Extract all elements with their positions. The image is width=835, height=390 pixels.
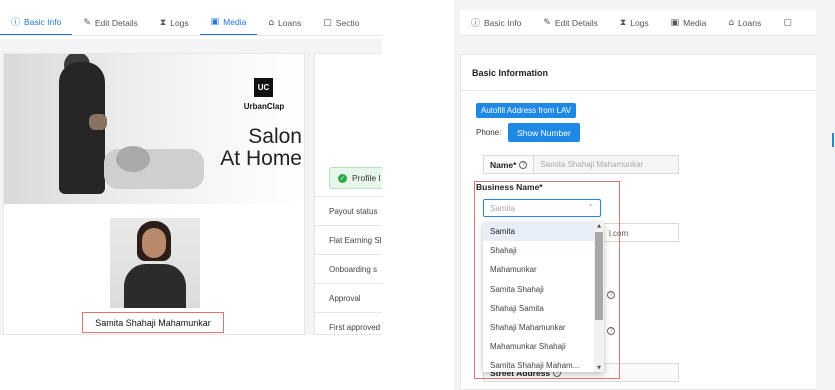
basic-information-card: Basic Information Autofill Address from …	[460, 54, 816, 390]
profile-status-badge: ✓ Profile l	[329, 167, 382, 189]
business-name-label: Business Name*	[476, 182, 543, 192]
name-label-text: Name*	[490, 159, 517, 170]
tab-label: Loans	[278, 17, 302, 28]
dropdown-option[interactable]: Samita Shahaji	[483, 280, 594, 299]
card-title: Basic Information	[461, 55, 816, 91]
autofill-address-button[interactable]: Autofill Address from LAV	[476, 103, 577, 118]
name-field-value: Samita Shahaji Mahamunkar	[540, 160, 644, 169]
dropdown-option[interactable]: Mahamunkar Shahaji	[483, 337, 594, 356]
tab-edit-details[interactable]: ✎ Edit Details	[532, 10, 609, 35]
tab-media[interactable]: ▣ Media	[660, 10, 718, 35]
status-row-first-approved: First approved	[315, 312, 382, 334]
status-list: Payout status Flat Earning Sl Onboarding…	[315, 196, 382, 334]
brand-name: UrbanClap	[243, 102, 285, 111]
dropdown-option[interactable]: Shahaji Mahamunkar	[483, 318, 594, 337]
name-field-label: Name*?	[484, 156, 535, 173]
tab-label: Loans	[738, 17, 762, 28]
profile-status-label: Profile l	[352, 173, 381, 183]
edge-indicator	[832, 133, 834, 147]
cover-banner: UC UrbanClap Salon At Home	[4, 54, 304, 204]
tab-loans[interactable]: ⌂ Loans	[257, 10, 312, 35]
business-name-dropdown: Samita Shahaji Mahamunkar Samita Shahaji…	[483, 222, 604, 372]
tab-label: Media	[223, 16, 247, 27]
status-row-flat-earning: Flat Earning Sl	[315, 225, 382, 254]
avatar-shirt	[124, 264, 186, 308]
chevron-up-icon[interactable]: ⌃	[587, 203, 594, 212]
pencil-icon: ✎	[543, 17, 551, 28]
status-card: ✓ Profile l Payout status Flat Earning S…	[314, 53, 382, 335]
tab-label: Edit Details	[94, 17, 138, 28]
dropdown-options: Samita Shahaji Mahamunkar Samita Shahaji…	[483, 222, 594, 372]
image-icon: ▣	[670, 17, 680, 28]
dropdown-option[interactable]: Mahamunkar	[483, 260, 594, 279]
help-icon[interactable]: ?	[519, 160, 528, 169]
status-row-onboarding: Onboarding s	[315, 254, 382, 283]
bank-icon: ⌂	[728, 17, 735, 28]
tab-media[interactable]: ▣ Media	[199, 10, 258, 35]
status-row-approval: Approval	[315, 283, 382, 312]
scrollbar-thumb[interactable]	[595, 232, 603, 320]
profile-card: UC UrbanClap Salon At Home Samita Shahaj…	[3, 53, 305, 335]
tab-loans[interactable]: ⌂ Loans	[717, 10, 772, 35]
info-icon: ⓘ	[471, 19, 481, 29]
scroll-down-arrow-icon[interactable]: ▼	[594, 365, 604, 371]
dropdown-option[interactable]: Samita	[483, 222, 594, 242]
tab-label: Logs	[170, 17, 189, 28]
tab-label: Basic Info	[24, 16, 62, 27]
avatar	[110, 218, 200, 308]
tab-label: Sectio	[335, 17, 360, 28]
document-icon: ▢	[323, 17, 332, 28]
dropdown-option[interactable]: Shahaji	[483, 241, 594, 260]
status-row-payout: Payout status	[315, 196, 382, 225]
headline-line-1: Salon	[248, 125, 302, 148]
headline-line-2: At Home	[220, 147, 302, 170]
left-panel: ⓘ Basic Info ✎ Edit Details ⧗ Logs ▣ Media ⌂…	[0, 0, 382, 390]
business-name-select[interactable]: Samita ⌃	[483, 199, 601, 217]
dropdown-scrollbar[interactable]: ▲ ▼	[594, 222, 604, 372]
tab-label: Logs	[630, 17, 649, 28]
hourglass-icon: ⧗	[619, 17, 627, 28]
left-tab-bar: ⓘ Basic Info ✎ Edit Details ⧗ Logs ▣ Media ⌂…	[0, 10, 382, 36]
hourglass-icon: ⧗	[159, 17, 167, 28]
avatar-face	[142, 228, 166, 258]
business-name-input-text: Samita	[490, 203, 515, 213]
image-icon: ▣	[210, 16, 220, 27]
dropdown-option[interactable]: Samita Shahaji Maham...	[483, 356, 594, 372]
phone-label: Phone:	[476, 128, 502, 137]
tab-sections[interactable]: ▢ Sectio	[312, 10, 370, 35]
document-icon: ▢	[783, 17, 792, 28]
tab-basic-info[interactable]: ⓘ Basic Info	[460, 10, 532, 35]
pencil-icon: ✎	[83, 17, 91, 28]
tab-logs[interactable]: ⧗ Logs	[149, 10, 200, 35]
scroll-up-arrow-icon[interactable]: ▲	[594, 223, 604, 229]
urbanclap-logo: UC	[254, 78, 273, 97]
tab-label: Media	[683, 17, 707, 28]
client-figure	[116, 146, 150, 172]
tab-label: Basic Info	[484, 17, 522, 28]
dropdown-option[interactable]: Shahaji Samita	[483, 299, 594, 318]
info-icon: ⓘ	[11, 18, 21, 28]
name-field[interactable]: Name*? Samita Shahaji Mahamunkar	[483, 155, 679, 174]
bank-icon: ⌂	[268, 17, 275, 28]
tab-label: Edit Details	[554, 17, 598, 28]
right-tab-bar: ⓘ Basic Info ✎ Edit Details ⧗ Logs ▣ Media ⌂…	[460, 10, 816, 36]
check-circle-icon: ✓	[338, 173, 347, 183]
tab-sections[interactable]: ▢	[772, 10, 807, 35]
tab-logs[interactable]: ⧗ Logs	[609, 10, 660, 35]
stylist-hand	[89, 114, 107, 130]
show-number-button[interactable]: Show Number	[508, 123, 580, 142]
banner-headline: Salon At Home	[220, 126, 302, 170]
partner-name: Samita Shahaji Mahamunkar	[82, 312, 224, 333]
tab-edit-details[interactable]: ✎ Edit Details	[72, 10, 149, 35]
right-panel: ⓘ Basic Info ✎ Edit Details ⧗ Logs ▣ Media ⌂…	[454, 0, 835, 390]
tab-basic-info[interactable]: ⓘ Basic Info	[0, 10, 73, 35]
